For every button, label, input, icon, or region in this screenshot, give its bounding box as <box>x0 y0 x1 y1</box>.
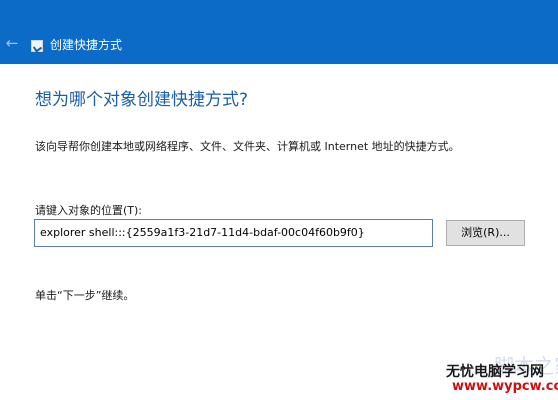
location-label: 请键入对象的位置(T): <box>35 204 143 217</box>
shortcut-icon <box>31 40 43 52</box>
arrow-left-icon: ← <box>5 34 19 52</box>
wizard-description: 该向导帮你创建本地或网络程序、文件、文件夹、计算机或 Internet 地址的快… <box>35 140 460 153</box>
watermark-url: www.wypcw.com <box>452 379 558 394</box>
next-hint: 单击“下一步”继续。 <box>35 289 135 302</box>
location-input[interactable]: explorer shell:::{2559a1f3-21d7-11d4-bda… <box>34 219 433 247</box>
browse-button[interactable]: 浏览(R)... <box>446 220 525 246</box>
window-title: 创建快捷方式 <box>50 38 123 52</box>
wizard-heading: 想为哪个对象创建快捷方式? <box>35 90 249 110</box>
title-bar: ← 创建快捷方式 <box>0 0 558 64</box>
back-button[interactable]: ← <box>3 34 21 52</box>
watermark-site-name: 无忧电脑学习网 <box>446 364 544 380</box>
